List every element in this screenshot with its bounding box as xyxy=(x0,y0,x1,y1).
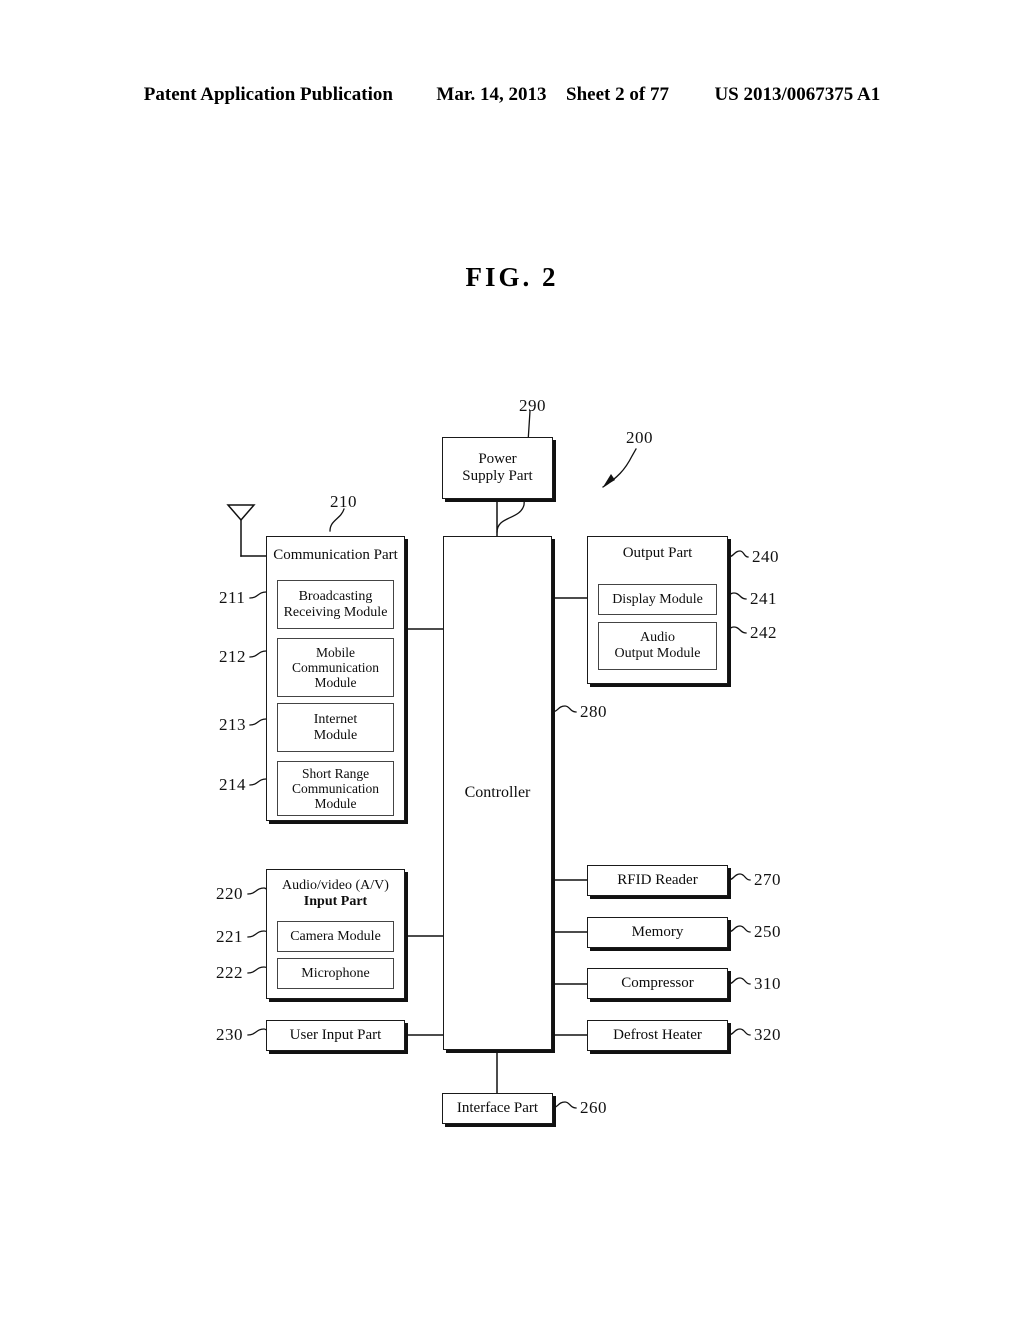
output-part-title: Output Part xyxy=(622,545,693,561)
block-camera-module[interactable]: Camera Module xyxy=(277,921,394,952)
refnum-290: 290 xyxy=(519,396,546,415)
leader-260 xyxy=(551,1101,577,1109)
internet-module-line1: Internet xyxy=(313,711,358,727)
refnum-221: 221 xyxy=(216,927,243,946)
mobile-module-line3: Module xyxy=(314,675,357,691)
leader-270 xyxy=(727,873,751,881)
refnum-212: 212 xyxy=(219,647,246,666)
refnum-200: 200 xyxy=(626,428,653,447)
block-controller[interactable]: Controller xyxy=(443,536,552,1050)
leader-310 xyxy=(727,977,751,985)
block-microphone[interactable]: Microphone xyxy=(277,958,394,989)
antenna-icon xyxy=(226,504,256,522)
refnum-222: 222 xyxy=(216,963,243,982)
block-audio-output-module[interactable]: Audio Output Module xyxy=(598,622,717,670)
block-rfid-reader[interactable]: RFID Reader xyxy=(587,865,728,896)
block-compressor[interactable]: Compressor xyxy=(587,968,728,999)
leader-320 xyxy=(727,1028,751,1036)
leader-200-arrowhead xyxy=(603,474,615,487)
user-input-part-label: User Input Part xyxy=(289,1027,382,1044)
refnum-250: 250 xyxy=(754,922,781,941)
controller-label: Controller xyxy=(464,784,531,802)
leader-250 xyxy=(727,925,751,933)
block-power-supply-part[interactable]: Power Supply Part xyxy=(442,437,553,499)
memory-label: Memory xyxy=(631,924,684,941)
refnum-220: 220 xyxy=(216,884,243,903)
refnum-260: 260 xyxy=(580,1098,607,1117)
leader-210 xyxy=(329,508,345,532)
block-interface-part[interactable]: Interface Part xyxy=(442,1093,553,1124)
refnum-230: 230 xyxy=(216,1025,243,1044)
power-supply-label-line1: Power xyxy=(478,451,517,468)
block-mobile-communication-module[interactable]: Mobile Communication Module xyxy=(277,638,394,697)
display-module-label: Display Module xyxy=(612,591,703,607)
broadcasting-module-line1: Broadcasting xyxy=(298,588,373,604)
camera-module-label: Camera Module xyxy=(290,928,381,944)
short-range-module-line2: Communication xyxy=(292,780,379,796)
interface-part-label: Interface Part xyxy=(456,1100,539,1117)
audio-output-module-line2: Output Module xyxy=(614,646,701,661)
block-broadcasting-receiving-module[interactable]: Broadcasting Receiving Module xyxy=(277,580,394,629)
broadcasting-module-line2: Receiving Module xyxy=(283,604,388,620)
av-input-part-title-line2: Input Part xyxy=(303,893,368,909)
refnum-240: 240 xyxy=(752,547,779,566)
compressor-label: Compressor xyxy=(621,975,694,992)
refnum-214: 214 xyxy=(219,775,246,794)
leader-280 xyxy=(551,705,577,713)
block-short-range-communication-module[interactable]: Short Range Communication Module xyxy=(277,761,394,816)
block-internet-module[interactable]: Internet Module xyxy=(277,703,394,752)
refnum-270: 270 xyxy=(754,870,781,889)
block-defrost-heater[interactable]: Defrost Heater xyxy=(587,1020,728,1051)
refnum-241: 241 xyxy=(750,589,777,608)
defrost-heater-label: Defrost Heater xyxy=(613,1027,702,1044)
microphone-label: Microphone xyxy=(301,965,370,981)
leader-240 xyxy=(727,550,749,558)
av-input-part-title-line1: Audio/video (A/V) xyxy=(282,878,389,893)
short-range-module-line1: Short Range xyxy=(301,765,370,781)
refnum-320: 320 xyxy=(754,1025,781,1044)
mobile-module-line2: Communication xyxy=(292,659,379,675)
rfid-reader-label: RFID Reader xyxy=(617,872,698,889)
refnum-210: 210 xyxy=(330,492,357,511)
refnum-211: 211 xyxy=(219,588,246,607)
power-supply-label-line2: Supply Part xyxy=(462,468,533,484)
internet-module-line2: Module xyxy=(313,727,358,743)
mobile-module-line1: Mobile xyxy=(316,644,355,660)
refnum-213: 213 xyxy=(219,715,246,734)
block-user-input-part[interactable]: User Input Part xyxy=(266,1020,405,1051)
refnum-280: 280 xyxy=(580,702,607,721)
block-display-module[interactable]: Display Module xyxy=(598,584,717,615)
communication-part-title: Communication Part xyxy=(273,547,398,563)
refnum-242: 242 xyxy=(750,623,777,642)
audio-output-module-line1: Audio xyxy=(640,630,675,646)
refnum-310: 310 xyxy=(754,974,781,993)
short-range-module-line3: Module xyxy=(314,796,357,812)
block-memory[interactable]: Memory xyxy=(587,917,728,948)
